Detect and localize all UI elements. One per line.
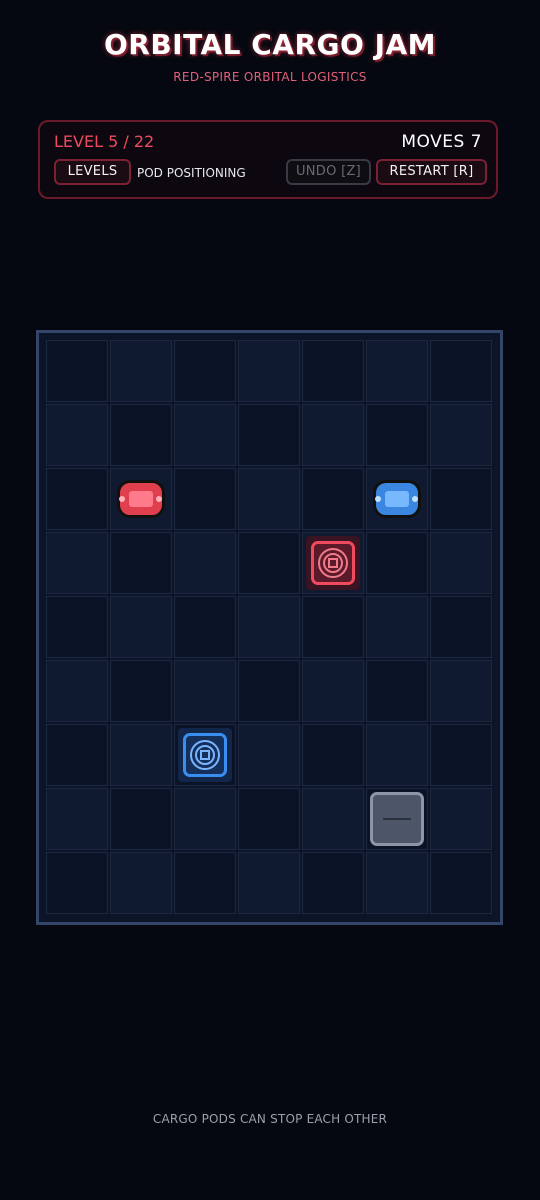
grid-cell[interactable] bbox=[238, 468, 300, 530]
grid-cell[interactable] bbox=[302, 724, 364, 786]
target-rings-icon bbox=[190, 740, 220, 770]
red-target-pad bbox=[306, 536, 360, 590]
grid-cell[interactable] bbox=[238, 660, 300, 722]
grid-cell[interactable] bbox=[110, 724, 172, 786]
game-title: ORBITAL CARGO JAM bbox=[103, 28, 437, 61]
grid-cell[interactable] bbox=[366, 404, 428, 466]
grid-cell[interactable] bbox=[174, 468, 236, 530]
grid-cell[interactable] bbox=[430, 404, 492, 466]
pod-window bbox=[129, 491, 153, 507]
fixed-block bbox=[370, 792, 424, 846]
game-subtitle: RED-SPIRE ORBITAL LOGISTICS bbox=[173, 70, 367, 84]
grid-cell[interactable] bbox=[302, 660, 364, 722]
grid-cell[interactable] bbox=[238, 788, 300, 850]
grid-cell[interactable] bbox=[430, 340, 492, 402]
pod-thruster bbox=[119, 496, 125, 502]
grid-cell[interactable] bbox=[110, 852, 172, 914]
grid-cell[interactable] bbox=[174, 340, 236, 402]
grid-cell[interactable] bbox=[238, 724, 300, 786]
grid-cell[interactable] bbox=[174, 660, 236, 722]
grid-cell[interactable] bbox=[302, 468, 364, 530]
grid-cell[interactable] bbox=[174, 532, 236, 594]
grid-cell[interactable] bbox=[110, 532, 172, 594]
grid-cell[interactable] bbox=[110, 788, 172, 850]
grid-cell[interactable] bbox=[430, 852, 492, 914]
levels-button[interactable]: LEVELS bbox=[54, 159, 131, 185]
pod-window bbox=[385, 491, 409, 507]
grid-cell[interactable] bbox=[46, 852, 108, 914]
grid-cell[interactable] bbox=[366, 340, 428, 402]
grid-cell[interactable] bbox=[430, 596, 492, 658]
puzzle-name: POD POSITIONING bbox=[137, 166, 246, 180]
grid-cell[interactable] bbox=[174, 852, 236, 914]
grid-cell[interactable] bbox=[46, 724, 108, 786]
game-board[interactable] bbox=[36, 330, 503, 925]
grid-cell[interactable] bbox=[430, 724, 492, 786]
grid-cell[interactable] bbox=[366, 532, 428, 594]
restart-button[interactable]: RESTART [R] bbox=[376, 159, 487, 185]
grid-cell[interactable] bbox=[238, 852, 300, 914]
grid-cell[interactable] bbox=[302, 596, 364, 658]
grid-cell[interactable] bbox=[366, 852, 428, 914]
grid-cell[interactable] bbox=[110, 404, 172, 466]
grid-cell[interactable] bbox=[46, 788, 108, 850]
grid-cell[interactable] bbox=[366, 660, 428, 722]
pod-thruster bbox=[412, 496, 418, 502]
grid-cell[interactable] bbox=[302, 788, 364, 850]
grid-cell[interactable] bbox=[46, 404, 108, 466]
level-indicator: LEVEL 5 / 22 bbox=[54, 132, 155, 151]
grid-cell[interactable] bbox=[430, 660, 492, 722]
grid-cell[interactable] bbox=[174, 404, 236, 466]
grid-cell[interactable] bbox=[430, 468, 492, 530]
grid-cell[interactable] bbox=[110, 596, 172, 658]
grid-cell[interactable] bbox=[430, 532, 492, 594]
block-slot bbox=[383, 818, 411, 820]
grid-cell[interactable] bbox=[46, 660, 108, 722]
target-rings-icon bbox=[318, 548, 348, 578]
pod-thruster bbox=[156, 496, 162, 502]
grid-cell[interactable] bbox=[46, 596, 108, 658]
grid-cell[interactable] bbox=[302, 404, 364, 466]
grid-cell[interactable] bbox=[46, 468, 108, 530]
moves-counter: MOVES 7 bbox=[401, 132, 482, 152]
undo-button[interactable]: UNDO [Z] bbox=[286, 159, 371, 185]
grid-cell[interactable] bbox=[110, 660, 172, 722]
grid-cell[interactable] bbox=[238, 596, 300, 658]
pod-thruster bbox=[375, 496, 381, 502]
grid-cell[interactable] bbox=[46, 532, 108, 594]
hud-panel: LEVEL 5 / 22 MOVES 7 LEVELS POD POSITION… bbox=[38, 120, 498, 199]
blue-target-pad bbox=[178, 728, 232, 782]
grid-cell[interactable] bbox=[174, 596, 236, 658]
blue-cargo-pod[interactable] bbox=[373, 480, 421, 518]
grid-cell[interactable] bbox=[430, 788, 492, 850]
red-cargo-pod[interactable] bbox=[117, 480, 165, 518]
grid-cell[interactable] bbox=[366, 596, 428, 658]
grid-cell[interactable] bbox=[174, 788, 236, 850]
grid-cell[interactable] bbox=[238, 340, 300, 402]
grid-cell[interactable] bbox=[46, 340, 108, 402]
grid-cell[interactable] bbox=[238, 404, 300, 466]
grid-cell[interactable] bbox=[302, 340, 364, 402]
grid-cell[interactable] bbox=[110, 340, 172, 402]
grid-cell[interactable] bbox=[366, 724, 428, 786]
grid-cell[interactable] bbox=[302, 852, 364, 914]
grid-cell[interactable] bbox=[238, 532, 300, 594]
hint-text: CARGO PODS CAN STOP EACH OTHER bbox=[152, 1112, 388, 1126]
